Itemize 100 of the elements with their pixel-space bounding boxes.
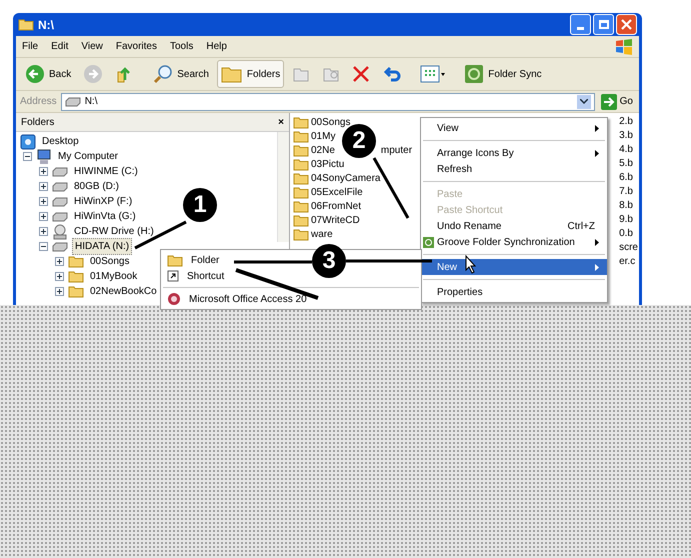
tree-item[interactable]: 02NewBookCo [88, 284, 159, 299]
computer-icon [36, 148, 52, 164]
expand-toggle[interactable] [39, 182, 48, 191]
menu-item[interactable]: Favorites [116, 39, 157, 54]
folder-icon [293, 186, 309, 198]
drive-icon [64, 96, 81, 106]
tree-item[interactable]: HIWINME (C:) [72, 164, 140, 179]
file-name[interactable]: 8.b [619, 199, 638, 213]
menu-item[interactable]: Refresh [421, 161, 607, 177]
tree-item[interactable]: 01MyBook [88, 269, 140, 284]
expand-toggle[interactable] [55, 272, 64, 281]
folder-icon [293, 130, 309, 142]
expand-toggle[interactable] [55, 257, 64, 266]
menu-item[interactable]: Arrange Icons By [421, 145, 607, 161]
menu-item[interactable]: View [421, 120, 607, 136]
views-icon [420, 65, 446, 83]
go-button[interactable]: Go [598, 94, 635, 110]
shortcut-icon [167, 270, 179, 282]
desktop-icon [20, 134, 36, 150]
address-field[interactable]: N:\ [60, 92, 595, 110]
drive-icon [52, 182, 68, 192]
leader-line [134, 220, 187, 250]
file-name[interactable]: 5.b [619, 157, 638, 171]
folder-icon [293, 200, 309, 212]
file-name[interactable]: 2.b [619, 115, 638, 129]
windows-logo-icon [615, 38, 633, 54]
database-icon [167, 292, 181, 306]
menu-item[interactable]: Help [206, 39, 227, 54]
expand-toggle[interactable] [39, 167, 48, 176]
tree-item[interactable]: HiWinXP (F:) [72, 194, 134, 209]
menu-item[interactable]: Groove Folder Synchronization [421, 234, 607, 250]
delete-icon [352, 65, 370, 83]
file-name[interactable]: 03Pictu [311, 156, 344, 172]
expand-toggle[interactable] [39, 212, 48, 221]
toolbar-button[interactable]: Back [21, 60, 76, 88]
expand-toggle[interactable] [39, 197, 48, 206]
tree-item[interactable]: Desktop [40, 134, 81, 149]
file-name[interactable]: 01My [311, 128, 336, 144]
folder-icon [293, 214, 309, 226]
pane-close-button[interactable]: × [278, 114, 284, 130]
close-button[interactable] [616, 14, 637, 35]
file-name[interactable]: scre [619, 241, 638, 255]
maximize-button[interactable] [593, 14, 614, 35]
menu-item[interactable]: Tools [170, 39, 194, 54]
file-name[interactable]: 9.b [619, 213, 638, 227]
file-name[interactable]: 05ExcelFile [311, 184, 363, 200]
tree-item[interactable]: HiWinVta (G:) [72, 209, 138, 224]
collapse-toggle[interactable] [39, 242, 48, 251]
pane-title: Folders [21, 116, 54, 130]
file-name[interactable]: 0.b [619, 227, 638, 241]
toolbar-button[interactable]: Search [149, 60, 213, 88]
tree-item[interactable]: 00Songs [88, 254, 132, 269]
window-folder-icon [18, 18, 34, 31]
window-title: N:\ [38, 16, 54, 34]
folder-icon [293, 158, 309, 170]
tree-item[interactable]: HIDATA (N:) [72, 238, 132, 255]
file-name[interactable]: er.c [619, 255, 638, 269]
file-name[interactable]: 6.b [619, 171, 638, 185]
file-name[interactable]: 06FromNet [311, 198, 362, 214]
submenu-arrow-icon [595, 150, 599, 156]
file-name[interactable]: 07WriteCD [311, 212, 360, 228]
file-name[interactable]: 7.b [619, 185, 638, 199]
file-name[interactable]: ware [311, 226, 333, 242]
file-name[interactable]: mputer [380, 142, 412, 158]
submenu-arrow-icon [595, 264, 599, 270]
file-name[interactable]: 04SonyCamera [311, 170, 380, 186]
tree-item[interactable]: My Computer [56, 149, 120, 164]
menu-item[interactable]: Undo Rename Ctrl+Z [421, 218, 607, 234]
folder-icon [220, 65, 243, 83]
folder-icon [68, 285, 84, 298]
scrollbar[interactable] [277, 132, 289, 242]
mouse-cursor-icon [466, 254, 476, 274]
drive-icon [52, 212, 68, 222]
expand-toggle[interactable] [39, 227, 48, 236]
menu-item[interactable]: New [421, 259, 607, 275]
folder-icon [68, 255, 84, 268]
toolbar-button[interactable]: Folder Sync [460, 60, 546, 88]
menu-item[interactable]: Microsoft Office Access 20 [161, 291, 309, 307]
menu-item[interactable]: Shortcut [161, 268, 226, 284]
menu-item[interactable]: Edit [51, 39, 68, 54]
menu-item[interactable]: Folder [161, 252, 222, 268]
folder-icon [293, 116, 309, 128]
tree-item[interactable]: 80GB (D:) [72, 179, 122, 194]
tree-item[interactable]: CD-RW Drive (H:) [72, 224, 156, 239]
expand-toggle[interactable] [55, 287, 64, 296]
menu-item[interactable]: View [81, 39, 103, 54]
minimize-button[interactable] [570, 14, 591, 35]
drive-icon [52, 196, 68, 206]
undo-icon [382, 65, 402, 83]
menu-item[interactable]: Properties [421, 284, 607, 300]
cd-drive-icon [52, 224, 68, 240]
collapse-toggle[interactable] [23, 152, 32, 161]
menu-item[interactable]: File [22, 39, 38, 54]
file-name[interactable]: 02Ne [311, 142, 335, 158]
drive-icon [52, 242, 68, 252]
search-icon [153, 64, 174, 84]
toolbar-button[interactable]: Folders [216, 60, 284, 88]
folder-icon [167, 254, 183, 266]
file-name[interactable]: 3.b [619, 129, 638, 143]
file-name[interactable]: 4.b [619, 143, 638, 157]
